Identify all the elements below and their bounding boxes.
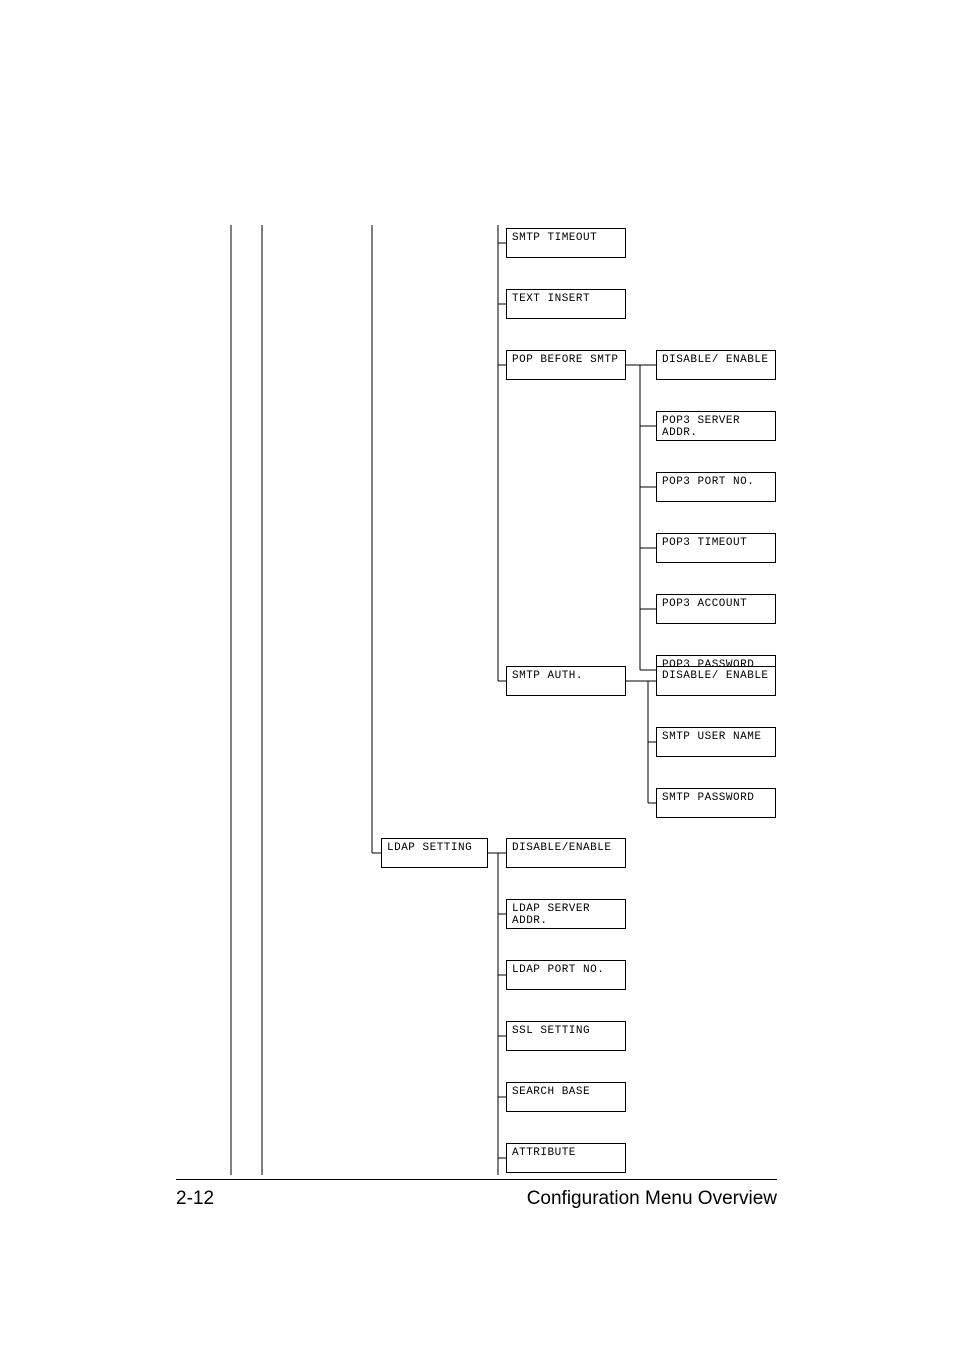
label: LDAP SERVER ADDR. — [512, 903, 620, 927]
node-smtp-password: SMTP PASSWORD — [656, 788, 776, 818]
page-root: { "footer": { "page_number": "2-12", "se… — [0, 0, 954, 1350]
label: SMTP TIMEOUT — [512, 232, 597, 244]
footer-rule — [176, 1179, 777, 1180]
connectors — [0, 0, 954, 1350]
node-search-base: SEARCH BASE — [506, 1082, 626, 1112]
node-ssl-setting: SSL SETTING — [506, 1021, 626, 1051]
section-title: Configuration Menu Overview — [527, 1188, 777, 1210]
label: DISABLE/ ENABLE — [662, 670, 769, 682]
label: SMTP AUTH. — [512, 670, 583, 682]
node-ldap-disable-enable: DISABLE/ENABLE — [506, 838, 626, 868]
node-ldap-server-addr: LDAP SERVER ADDR. — [506, 899, 626, 929]
label: SEARCH BASE — [512, 1086, 590, 1098]
node-smtp-timeout: SMTP TIMEOUT — [506, 228, 626, 258]
label: DISABLE/ ENABLE — [662, 354, 769, 366]
label: DISABLE/ENABLE — [512, 842, 611, 854]
node-ldap-port-no: LDAP PORT NO. — [506, 960, 626, 990]
node-text-insert: TEXT INSERT — [506, 289, 626, 319]
label: LDAP SETTING — [387, 842, 472, 854]
node-pop3-timeout: POP3 TIMEOUT — [656, 533, 776, 563]
label: POP BEFORE SMTP — [512, 354, 619, 366]
node-pop3-port-no: POP3 PORT NO. — [656, 472, 776, 502]
label: SMTP USER NAME — [662, 731, 761, 743]
label: POP3 PORT NO. — [662, 476, 754, 488]
label: TEXT INSERT — [512, 293, 590, 305]
node-pop-before-smtp: POP BEFORE SMTP — [506, 350, 626, 380]
label: POP3 TIMEOUT — [662, 537, 747, 549]
node-disable-enable-pop: DISABLE/ ENABLE — [656, 350, 776, 380]
label: SSL SETTING — [512, 1025, 590, 1037]
page-number: 2-12 — [176, 1188, 214, 1210]
label: POP3 ACCOUNT — [662, 598, 747, 610]
node-smtp-disable-enable: DISABLE/ ENABLE — [656, 666, 776, 696]
label: ATTRIBUTE — [512, 1147, 576, 1159]
label: SMTP PASSWORD — [662, 792, 754, 804]
node-smtp-user-name: SMTP USER NAME — [656, 727, 776, 757]
node-smtp-auth: SMTP AUTH. — [506, 666, 626, 696]
label: POP3 SERVER ADDR. — [662, 415, 770, 439]
label: LDAP PORT NO. — [512, 964, 604, 976]
node-pop3-server-addr: POP3 SERVER ADDR. — [656, 411, 776, 441]
node-attribute: ATTRIBUTE — [506, 1143, 626, 1173]
node-pop3-account: POP3 ACCOUNT — [656, 594, 776, 624]
node-ldap-setting: LDAP SETTING — [381, 838, 488, 868]
